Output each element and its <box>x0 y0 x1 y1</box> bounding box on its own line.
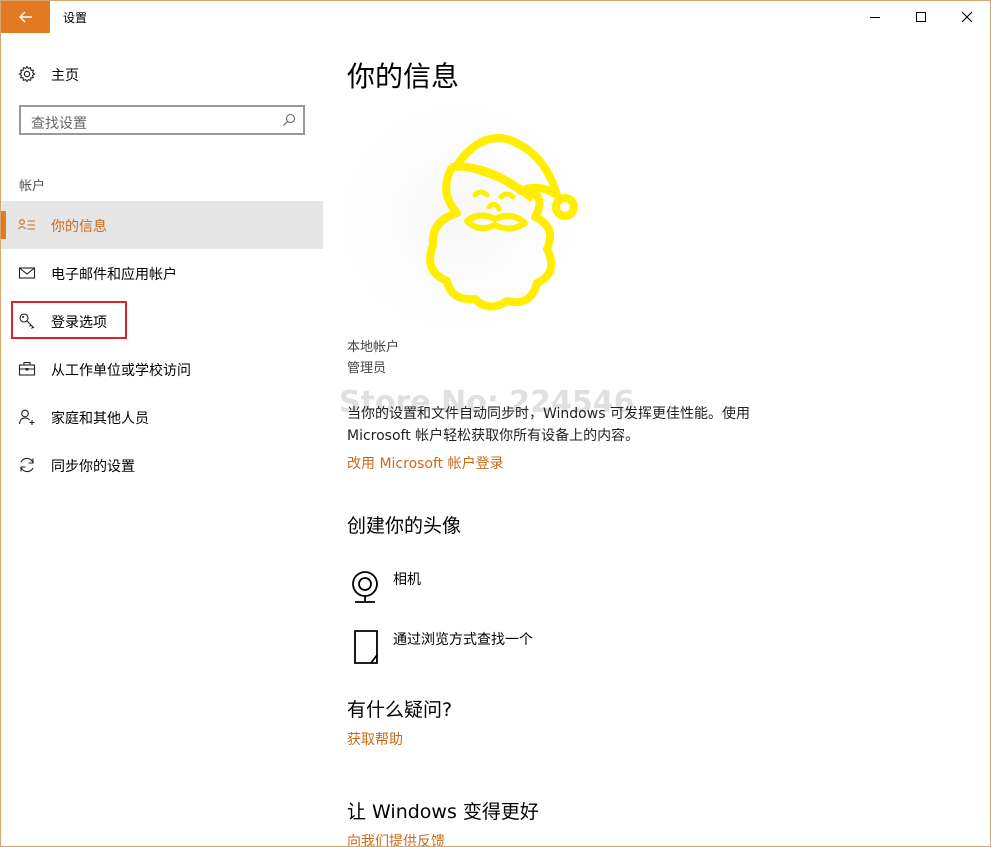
sidebar: 主页 查找设置 帐户 你的信息 电子邮件和应用帐户 登录选项 从工作单位或学校访… <box>1 33 323 846</box>
sync-icon <box>18 456 36 474</box>
webcam-icon <box>349 570 381 608</box>
highlight-annotation-box <box>11 301 127 339</box>
home-nav-item[interactable]: 主页 <box>1 59 323 89</box>
search-placeholder: 查找设置 <box>31 116 87 132</box>
minimize-icon <box>870 17 880 18</box>
file-browse-icon <box>353 629 379 669</box>
page-title: 你的信息 <box>347 60 460 93</box>
improve-windows-heading: 让 Windows 变得更好 <box>347 801 539 823</box>
get-help-link[interactable]: 获取帮助 <box>347 729 403 749</box>
sidebar-item-label: 同步你的设置 <box>51 459 135 475</box>
sync-description: 当你的设置和文件自动同步时，Windows 可发挥更佳性能。使用 Microso… <box>347 406 750 444</box>
person-list-icon <box>18 216 36 234</box>
avatar <box>339 103 579 333</box>
person-add-icon <box>18 408 36 426</box>
camera-label: 相机 <box>393 572 421 588</box>
sidebar-item-label: 从工作单位或学校访问 <box>51 363 191 379</box>
microsoft-login-link[interactable]: 改用 Microsoft 帐户登录 <box>347 453 504 473</box>
sidebar-item-family-others[interactable]: 家庭和其他人员 <box>1 393 323 441</box>
maximize-icon <box>916 12 926 22</box>
account-type-label: 本地帐户 <box>347 340 400 355</box>
briefcase-icon <box>18 360 36 378</box>
close-button[interactable] <box>944 1 990 33</box>
browse-label: 通过浏览方式查找一个 <box>393 632 533 648</box>
window-title: 设置 <box>63 11 88 25</box>
back-arrow-icon <box>18 8 33 27</box>
title-bar: 设置 <box>1 1 990 33</box>
santa-avatar-image <box>339 103 579 333</box>
feedback-link[interactable]: 向我们提供反馈 <box>347 831 445 846</box>
sidebar-item-your-info[interactable]: 你的信息 <box>1 201 323 249</box>
sidebar-item-sync-settings[interactable]: 同步你的设置 <box>1 441 323 489</box>
mail-icon <box>18 264 36 282</box>
sidebar-item-email-accounts[interactable]: 电子邮件和应用帐户 <box>1 249 323 297</box>
maximize-button[interactable] <box>898 1 944 33</box>
gear-icon <box>18 65 36 87</box>
question-heading: 有什么疑问? <box>347 699 453 721</box>
main-content: 你的信息 本地帐户 管理员 Store No: 224546 当你的设置和文件自… <box>339 33 987 846</box>
sidebar-item-label: 电子邮件和应用帐户 <box>51 267 177 283</box>
create-avatar-heading: 创建你的头像 <box>347 515 462 537</box>
search-icon <box>281 112 297 132</box>
back-button[interactable] <box>1 1 50 33</box>
active-indicator <box>1 211 6 239</box>
settings-window: 设置 主页 查找设置 帐户 你的信息 电子邮件和应用帐户 登录选项 从工作单位或… <box>0 0 991 847</box>
search-input[interactable]: 查找设置 <box>19 105 305 135</box>
sidebar-item-work-school[interactable]: 从工作单位或学校访问 <box>1 345 323 393</box>
section-label-accounts: 帐户 <box>19 179 46 194</box>
minimize-button[interactable] <box>852 1 898 33</box>
close-icon <box>961 11 973 23</box>
sidebar-item-label: 家庭和其他人员 <box>51 411 149 427</box>
account-role-label: 管理员 <box>347 361 387 376</box>
home-label: 主页 <box>51 68 79 84</box>
sidebar-item-label: 你的信息 <box>51 219 107 235</box>
